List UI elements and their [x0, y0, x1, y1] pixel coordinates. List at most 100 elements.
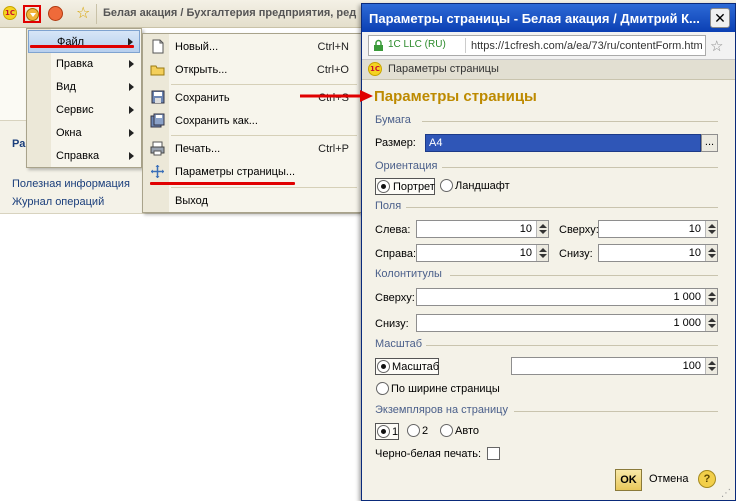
margin-top-field[interactable]: 10 [598, 220, 718, 238]
file-submenu: Новый... Ctrl+N Открыть... Ctrl+O Сохран… [142, 33, 362, 213]
spin-up-icon [539, 224, 547, 228]
shortcut-label: Ctrl+O [316, 64, 349, 76]
margin-bottom-field[interactable]: 10 [598, 244, 718, 262]
scale-radio[interactable] [377, 360, 390, 373]
ok-button[interactable]: OK [615, 469, 642, 491]
menu-item-save-as[interactable]: Сохранить как... [143, 110, 361, 132]
spinner[interactable] [536, 245, 548, 261]
menu-item-service[interactable]: Сервис [28, 99, 140, 122]
menu-item-help[interactable]: Справка [28, 145, 140, 168]
scale-label: Масштаб [392, 361, 440, 373]
menu-item-file[interactable]: Файл [28, 30, 140, 53]
address-field[interactable]: 1C LLC (RU) https://1cfresh.com/a/ea/73/… [368, 35, 706, 56]
open-folder-icon [150, 62, 165, 77]
close-icon[interactable]: ✕ [710, 8, 730, 28]
spin-up-icon [708, 224, 716, 228]
copies-auto-radio[interactable] [440, 424, 453, 437]
copies-1-label: 1 [392, 426, 399, 438]
menu-item-edit[interactable]: Правка [28, 53, 140, 76]
spin-up-icon [708, 361, 716, 365]
page-setup-icon [150, 164, 165, 179]
spin-up-icon [539, 248, 547, 252]
copies-auto-label: Авто [455, 425, 479, 437]
footer-label: Снизу: [375, 318, 409, 330]
stop-icon[interactable] [48, 6, 63, 21]
menu-separator [171, 84, 357, 85]
fit-width-radio[interactable] [376, 382, 389, 395]
submenu-arrow-icon [129, 60, 134, 68]
paper-size-value: A4 [429, 137, 443, 149]
submenu-arrow-icon [129, 83, 134, 91]
main-menu: Файл Правка Вид Сервис Окна Справка [26, 28, 142, 168]
section-headers-footers: Колонтитулы [375, 268, 442, 280]
menu-item-exit[interactable]: Выход [143, 190, 361, 212]
toolbar-divider [96, 4, 97, 24]
scale-value-field[interactable]: 100 [511, 357, 718, 375]
menu-item-windows[interactable]: Окна [28, 122, 140, 145]
resize-grip-icon[interactable]: ⋰ [721, 488, 733, 500]
menu-separator [171, 135, 357, 136]
menu-item-label: Справка [56, 150, 100, 162]
cancel-button[interactable]: Отмена [649, 473, 688, 485]
section-divider [406, 207, 718, 208]
margin-left-field[interactable]: 10 [416, 220, 549, 238]
new-document-icon [150, 39, 165, 54]
margin-right-field[interactable]: 10 [416, 244, 549, 262]
spinner[interactable] [705, 221, 717, 237]
menu-item-label: Выход [175, 195, 208, 207]
favorites-star-icon[interactable]: ☆ [76, 3, 90, 23]
fit-width-label: По ширине страницы [391, 383, 500, 395]
save-icon [150, 90, 165, 105]
scale-value: 100 [682, 360, 701, 372]
bookmark-star-icon[interactable]: ☆ [710, 37, 723, 55]
portrait-label: Портрет [393, 181, 435, 193]
footer-size-field[interactable]: 1 000 [416, 314, 718, 332]
save-as-icon [150, 113, 165, 128]
margin-bottom-value: 10 [688, 247, 701, 259]
landscape-radio[interactable] [440, 179, 453, 192]
section-divider [450, 275, 718, 276]
copies-2-radio[interactable] [407, 424, 420, 437]
submenu-arrow-icon [129, 152, 134, 160]
copies-2-label: 2 [422, 425, 429, 437]
scale-option[interactable]: Масштаб [375, 358, 439, 375]
section-divider [422, 121, 718, 122]
spinner[interactable] [536, 221, 548, 237]
annotation-underline-file [30, 45, 134, 48]
portrait-radio[interactable] [377, 180, 390, 193]
bw-print-checkbox[interactable] [487, 447, 500, 460]
link-useful-info[interactable]: Полезная информация [12, 178, 130, 190]
spin-down-icon [708, 324, 716, 328]
header-size-field[interactable]: 1 000 [416, 288, 718, 306]
main-menu-button-highlight[interactable] [23, 5, 41, 23]
spinner[interactable] [705, 245, 717, 261]
dialog-title-bar[interactable]: Параметры страницы - Белая акация / Дмит… [362, 4, 735, 32]
menu-item-open[interactable]: Открыть... Ctrl+O [143, 59, 361, 81]
menu-item-print[interactable]: Печать... Ctrl+P [143, 138, 361, 160]
browser-address-bar: 1C LLC (RU) https://1cfresh.com/a/ea/73/… [362, 32, 735, 60]
submenu-arrow-icon [129, 129, 134, 137]
menu-item-page-setup[interactable]: Параметры страницы... [143, 161, 361, 183]
spin-up-icon [708, 292, 716, 296]
menu-item-view[interactable]: Вид [28, 76, 140, 99]
spinner[interactable] [705, 315, 717, 331]
link-operations-journal[interactable]: Журнал операций [12, 196, 104, 208]
dialog-heading: Параметры страницы [374, 88, 537, 105]
main-menu-icon [26, 8, 39, 21]
spin-up-icon [708, 318, 716, 322]
paper-size-browse-button[interactable]: ... [701, 134, 718, 152]
paper-size-field[interactable]: A4 [425, 134, 701, 152]
spinner[interactable] [705, 358, 717, 374]
menu-item-new[interactable]: Новый... Ctrl+N [143, 36, 361, 58]
menu-item-label: Новый... [175, 41, 219, 53]
help-icon[interactable]: ? [698, 470, 716, 488]
copies-1-option[interactable]: 1 [375, 423, 399, 440]
content-divider [0, 213, 360, 214]
copies-1-radio[interactable] [377, 425, 390, 438]
spinner[interactable] [705, 289, 717, 305]
section-paper: Бумага [375, 114, 411, 126]
landscape-label: Ландшафт [455, 180, 510, 192]
header-size-value: 1 000 [673, 291, 701, 303]
menu-item-label: Сервис [56, 104, 94, 116]
orientation-portrait-option[interactable]: Портрет [375, 178, 435, 195]
